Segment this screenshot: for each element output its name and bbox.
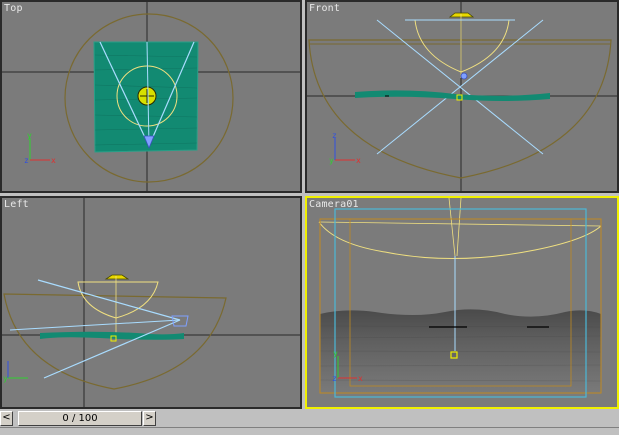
svg-text:z: z — [332, 131, 337, 140]
front-view-scene: z x y — [305, 0, 619, 193]
viewport-label-top[interactable]: Top — [4, 3, 23, 14]
svg-text:y: y — [333, 349, 338, 358]
svg-text:y: y — [329, 156, 334, 165]
viewport-label-front[interactable]: Front — [309, 3, 340, 14]
camera-view-scene: y x z — [305, 196, 619, 409]
svg-text:z: z — [332, 374, 337, 383]
axis-gizmo: y x z — [24, 131, 56, 165]
viewport-front[interactable]: z x y Front — [305, 0, 619, 193]
svg-text:x: x — [51, 156, 56, 165]
viewport-top[interactable]: y x z Top — [0, 0, 302, 193]
svg-text:x: x — [356, 156, 361, 165]
light-cone — [414, 19, 510, 73]
camera-icon — [171, 315, 189, 327]
next-frame-button[interactable]: > — [143, 411, 156, 426]
viewport-camera01[interactable]: y x z Camera01 — [305, 196, 619, 409]
svg-text:y: y — [3, 374, 8, 383]
sun-light — [448, 12, 475, 18]
viewport-label-camera01[interactable]: Camera01 — [309, 199, 359, 210]
camera-icon — [460, 72, 468, 80]
time-slider-bar: < 0 / 100 > — [0, 410, 619, 435]
left-view-scene: y — [0, 196, 302, 409]
svg-text:x: x — [358, 374, 363, 383]
time-slider-thumb[interactable]: 0 / 100 — [18, 411, 142, 426]
dome-outline — [308, 39, 612, 179]
prev-frame-button[interactable]: < — [0, 411, 13, 426]
svg-text:y: y — [27, 131, 32, 140]
sun-light — [104, 274, 130, 280]
camera-frustum-a — [37, 279, 181, 321]
svg-text:z: z — [24, 156, 29, 165]
axis-gizmo: z x y — [329, 131, 361, 165]
viewport-label-left[interactable]: Left — [4, 199, 29, 210]
light-cone — [77, 281, 159, 319]
top-view-scene: y x z — [0, 0, 302, 193]
water-plane — [355, 90, 550, 101]
camera-frustum-b — [43, 319, 181, 379]
viewport-left[interactable]: y Left — [0, 196, 302, 409]
axis-gizmo: y — [3, 361, 28, 383]
